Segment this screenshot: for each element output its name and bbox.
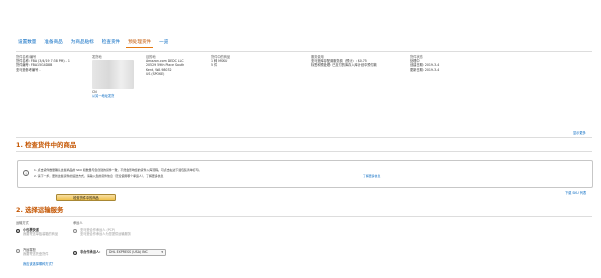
shipment-contents-column: 货件中的商品 1 种 MSKU 5 件 bbox=[211, 55, 251, 68]
ship-from-header: 发货地 bbox=[92, 55, 102, 59]
section-2-divider bbox=[16, 216, 592, 217]
carrier-select-value: DHL EXPRESS (USA) INC bbox=[109, 250, 148, 254]
review-items-button[interactable]: 检查货件中的商品 bbox=[56, 194, 116, 201]
summary-divider bbox=[16, 137, 592, 138]
carrier-header: 承运人 bbox=[73, 221, 83, 225]
tab-prepare-shipment[interactable]: 预处理货件 bbox=[126, 39, 154, 48]
tab-prepare-products[interactable]: 准备商品 bbox=[42, 39, 64, 48]
chevron-down-icon: ▾ bbox=[161, 250, 163, 254]
info-icon: i bbox=[23, 170, 29, 176]
section-1-title: 1. 检查货件中的商品 bbox=[16, 141, 77, 149]
ship-from-column: 发货地 bbox=[92, 55, 134, 59]
ship-from-another-address-link[interactable]: 从另一地址发货 bbox=[92, 94, 114, 98]
ltl-radio[interactable] bbox=[16, 249, 20, 253]
amazon-reference-id: 亚马逊参考编号 - bbox=[16, 67, 41, 72]
tab-summary[interactable]: 一览 bbox=[157, 39, 170, 48]
destination-line-4: US (SPOKE) bbox=[146, 71, 165, 76]
partnered-carrier-sub: 亚马逊合作承运人为您提供运输服务 bbox=[80, 232, 131, 236]
small-parcel-radio[interactable] bbox=[16, 229, 20, 233]
shipment-name-column: 货件名称/编号 货件名称: FBA (3/4/19 7:38 PM) - 1 货… bbox=[16, 55, 74, 72]
labeling-prep-fee: 标签和预处理: 已支付的库存入库计划中预付款 bbox=[311, 63, 377, 68]
service-fees-column: 服务费用 亚马逊库存配置服务费（预计）: $0.75 标签和预处理: 已支付的库… bbox=[311, 55, 401, 68]
info-line-1: 1. 点击货件数量确认这些商品的 SKU 和数量与您创建的货件一致，不然会影响您… bbox=[34, 168, 202, 172]
section-2-title: 2. 选择运输服务 bbox=[16, 206, 64, 214]
workflow-tabs: 设置数量 准备商品 为商品贴标 检查货件 预处理货件 一览 bbox=[16, 39, 170, 48]
section-1-divider bbox=[16, 151, 592, 152]
learn-more-link[interactable]: 了解更多信息 bbox=[363, 174, 380, 178]
unit-count: 5 件 bbox=[211, 63, 218, 68]
info-box: i 1. 点击货件数量确认这些商品的 SKU 和数量与您创建的货件一致，不然会影… bbox=[17, 160, 593, 188]
show-more-link[interactable]: 显示更多 bbox=[573, 131, 586, 135]
destination-column: 目的地 Amazon.com DEDC LLC 20529 59th Place… bbox=[146, 55, 196, 76]
shipment-status-column: 货件状态 处理中 创建日期: 2019-3-4 更新日期: 2019-3-4 bbox=[410, 55, 460, 72]
tab-set-quantity[interactable]: 设置数量 bbox=[16, 39, 38, 48]
carrier-select[interactable]: DHL EXPRESS (USA) INC ▾ bbox=[106, 249, 166, 256]
tab-label-products[interactable]: 为商品贴标 bbox=[69, 39, 96, 48]
non-partnered-carrier-radio[interactable] bbox=[73, 251, 77, 255]
partnered-carrier-radio[interactable] bbox=[73, 229, 77, 233]
info-line-2: 2. 请下一步，更新这些货件的运送方式，请输入您的货件信息（无论使用哪个承运人）… bbox=[34, 174, 164, 178]
ltl-sub: 我要寄送托盘货件 bbox=[23, 252, 49, 256]
redacted-address bbox=[92, 60, 134, 89]
small-parcel-sub: 我要寄送单独装箱的商品 bbox=[23, 232, 59, 236]
download-sku-list-link[interactable]: 下载 SKU 列表 bbox=[565, 191, 586, 195]
updated-date: 更新日期: 2019-3-4 bbox=[410, 67, 440, 72]
which-method-help-link[interactable]: 我应该选择哪种方式？ bbox=[23, 262, 55, 266]
tabs-divider bbox=[16, 51, 592, 52]
tab-review-shipments[interactable]: 检查货件 bbox=[100, 39, 122, 48]
non-partnered-carrier-label: 非合作承运人: bbox=[80, 250, 101, 254]
shipping-method-header: 运输方式 bbox=[16, 221, 29, 225]
